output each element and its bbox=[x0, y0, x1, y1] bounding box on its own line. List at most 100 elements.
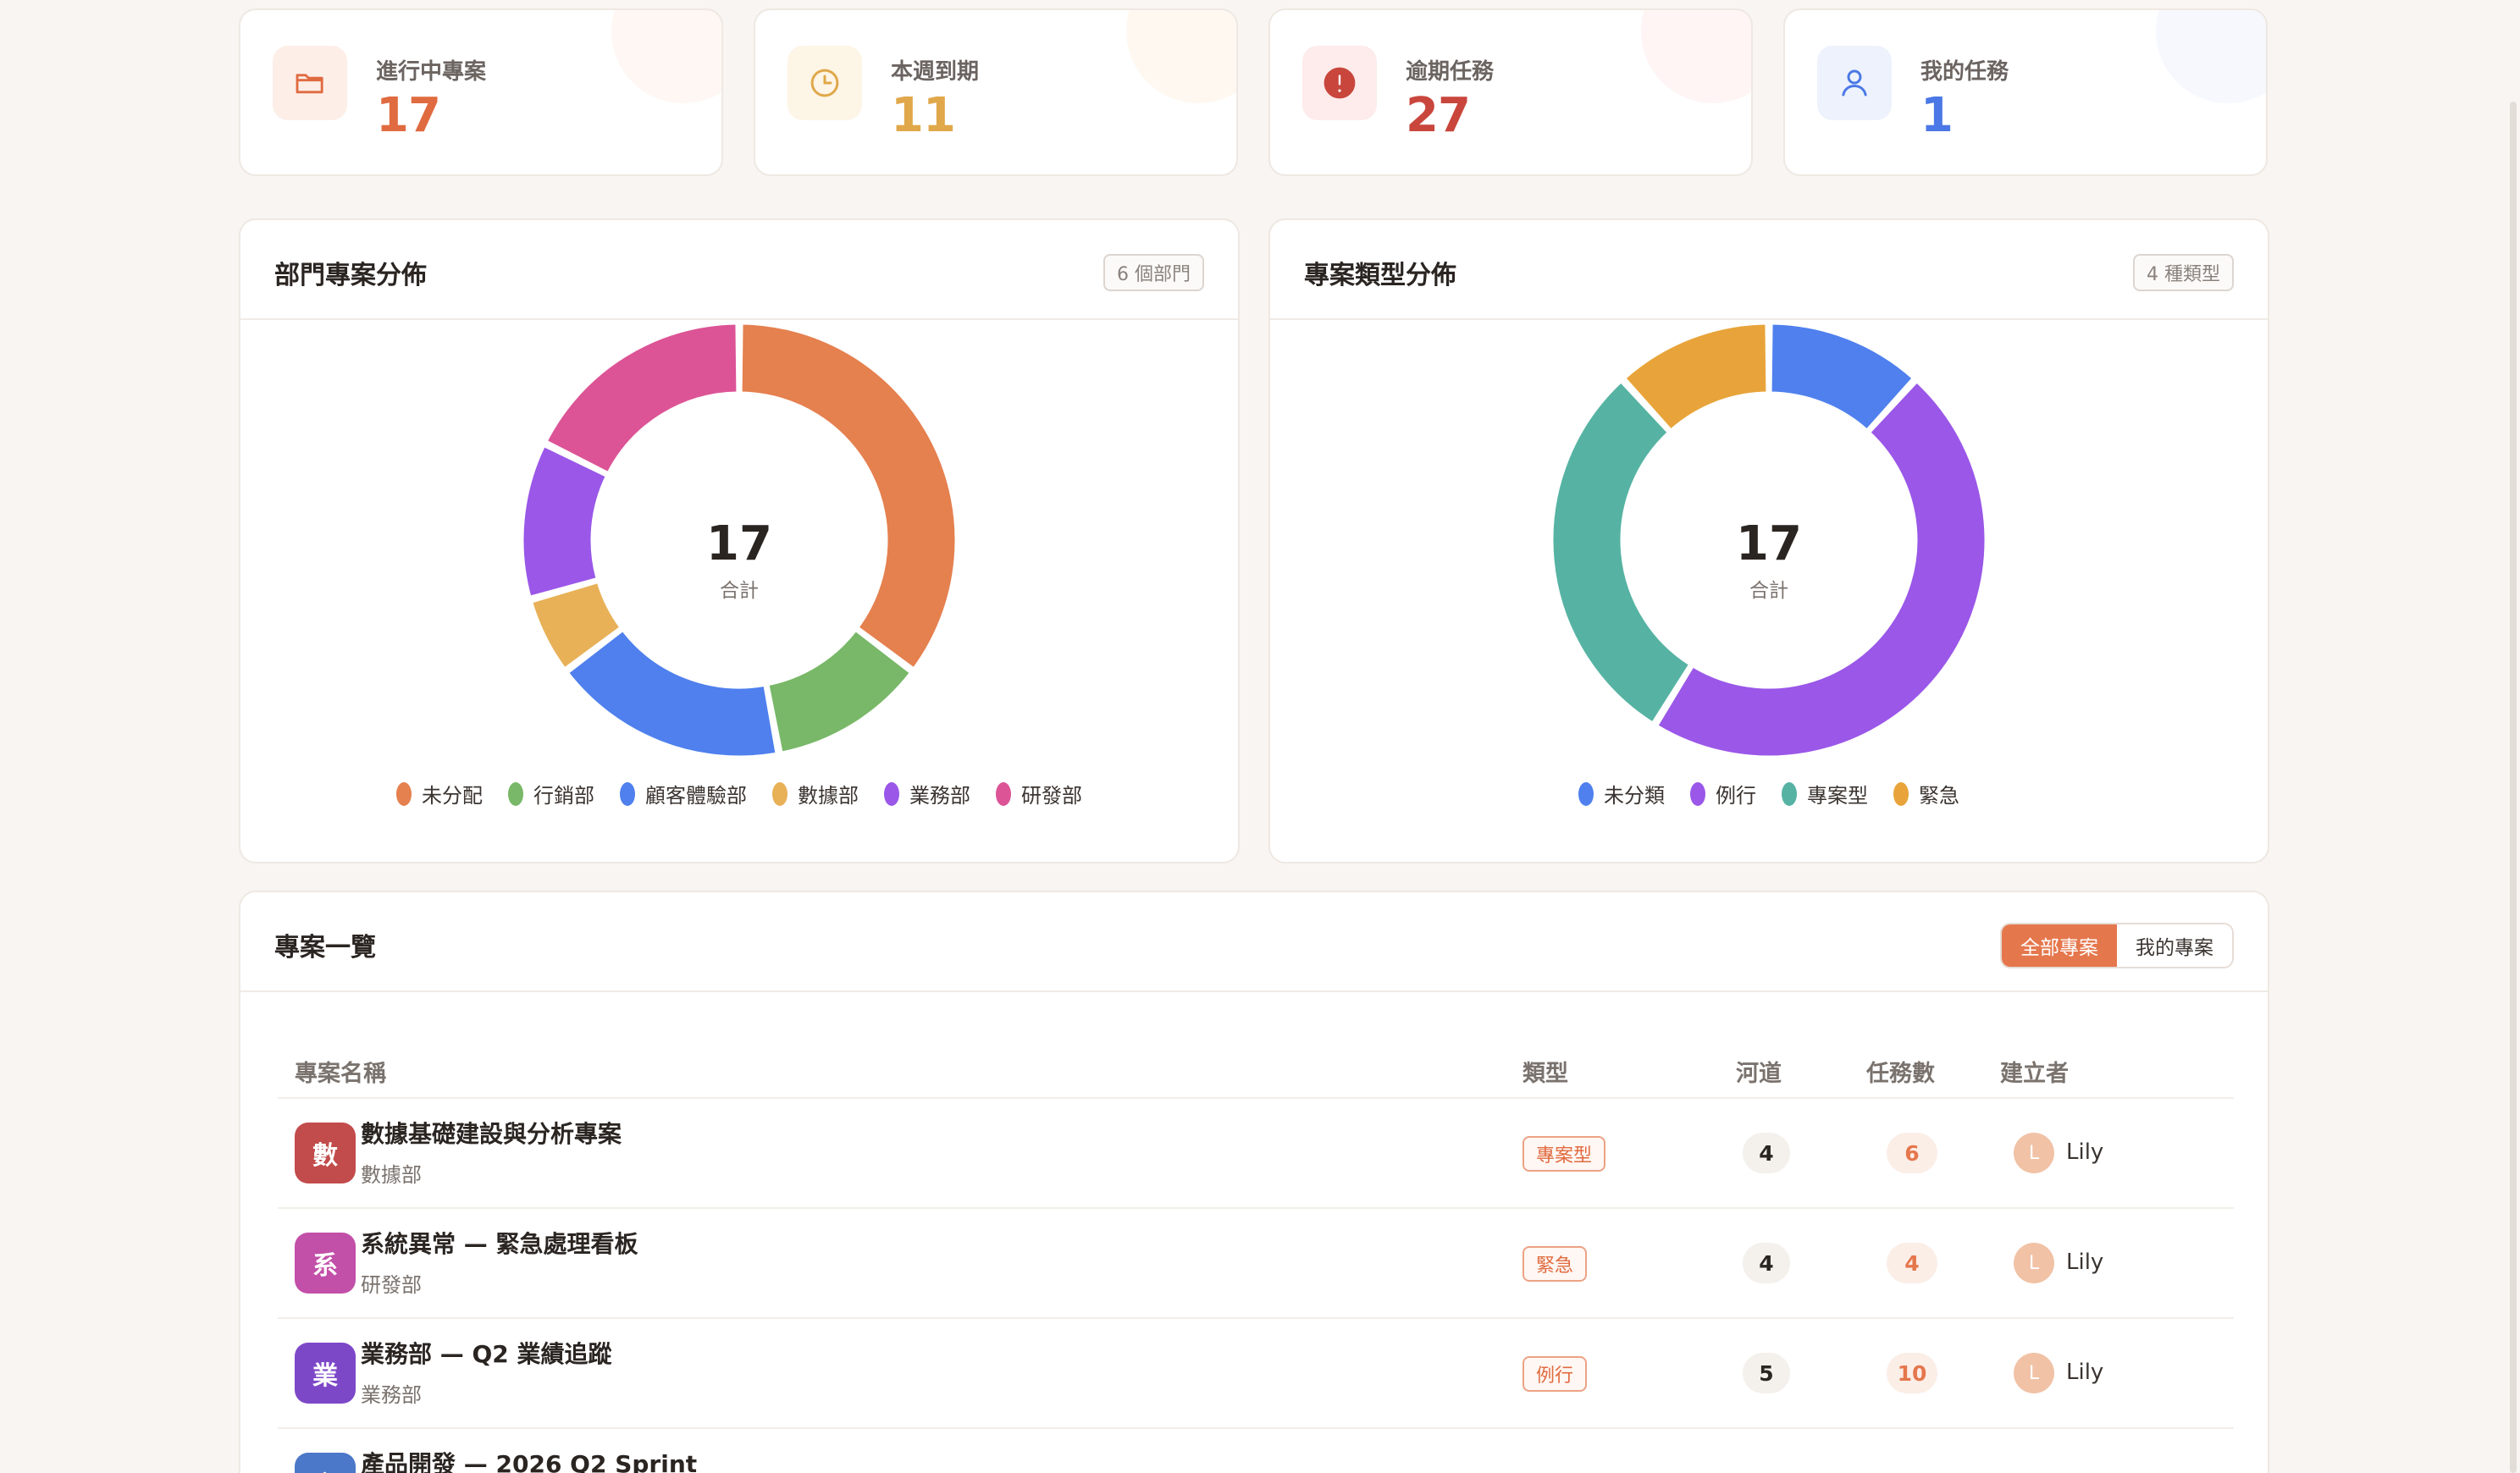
table-row[interactable]: 系 系統異常 — 緊急處理看板 研發部 緊急 4 4 L Lily bbox=[278, 1209, 2234, 1319]
legend-label: 未分類 bbox=[1604, 784, 1665, 808]
legend-label: 行銷部 bbox=[533, 784, 594, 808]
stat-cards: 進行中專案 17 本週到期 11 逾期任務 27 我的任務 1 bbox=[239, 8, 2268, 176]
legend-label: 專案型 bbox=[1807, 784, 1868, 808]
creator-name: Lily bbox=[2066, 1360, 2104, 1385]
stat-label: 進行中專案 bbox=[376, 59, 487, 85]
legend-swatch bbox=[1578, 781, 1594, 806]
project-name[interactable]: 業務部 — Q2 業績追蹤 bbox=[361, 1336, 612, 1370]
project-name[interactable]: 系統異常 — 緊急處理看板 bbox=[361, 1226, 638, 1260]
table-header: 專案名稱 類型 河道 任務數 建立者 bbox=[278, 1029, 2234, 1099]
panel-header: 專案一覽 全部專案 我的專案 bbox=[240, 892, 2268, 992]
tab-my-projects[interactable]: 我的專案 bbox=[2117, 924, 2232, 967]
panel-header: 部門專案分佈 6 個部門 bbox=[240, 220, 1238, 320]
task-count: 10 bbox=[1887, 1353, 1937, 1393]
col-project-name[interactable]: 專案名稱 bbox=[295, 1055, 386, 1088]
legend-label: 業務部 bbox=[909, 784, 970, 808]
table-row[interactable]: 數 數據基礎建設與分析專案 數據部 專案型 4 6 L Lily bbox=[278, 1099, 2234, 1209]
project-avatar: 系 bbox=[295, 1233, 356, 1294]
type-donut-chart: 17 合計 bbox=[1270, 320, 2268, 794]
legend-swatch bbox=[996, 781, 1011, 806]
legend-label: 顧客體驗部 bbox=[645, 784, 747, 808]
legend-item[interactable]: 研發部 bbox=[996, 779, 1082, 808]
avatar: L bbox=[2014, 1243, 2054, 1283]
col-type[interactable]: 類型 bbox=[1522, 1055, 1568, 1088]
project-dept: 研發部 bbox=[361, 1273, 422, 1297]
type-distribution-panel: 專案類型分佈 4 種類型 17 合計 未分類 例行 專案型 緊急 bbox=[1268, 218, 2269, 863]
project-list-panel: 專案一覽 全部專案 我的專案 專案名稱 類型 河道 任務數 建立者 數 數據基礎… bbox=[239, 891, 2269, 1473]
legend-label: 未分配 bbox=[422, 784, 483, 808]
legend-item[interactable]: 未分類 bbox=[1578, 779, 1665, 808]
project-filter-toggle: 全部專案 我的專案 bbox=[2000, 923, 2234, 968]
stat-card-due-this-week[interactable]: 本週到期 11 bbox=[754, 8, 1238, 176]
lane-count: 4 bbox=[1743, 1243, 1790, 1283]
stat-card-active-projects[interactable]: 進行中專案 17 bbox=[239, 8, 723, 176]
user-icon bbox=[1817, 46, 1892, 120]
panel-title: 部門專案分佈 bbox=[274, 261, 427, 290]
lane-count: 4 bbox=[1743, 1133, 1790, 1173]
stat-value: 1 bbox=[1920, 88, 1954, 143]
legend-swatch bbox=[396, 781, 412, 806]
table-row[interactable]: 業 業務部 — Q2 業績追蹤 業務部 例行 5 10 L Lily bbox=[278, 1319, 2234, 1429]
card-decoration bbox=[611, 10, 721, 103]
stat-label: 本週到期 bbox=[891, 59, 980, 85]
project-avatar: 業 bbox=[295, 1343, 356, 1404]
legend-label: 數據部 bbox=[798, 784, 859, 808]
donut-slice-顧客體驗部[interactable] bbox=[566, 628, 778, 759]
project-dept: 數據部 bbox=[361, 1163, 422, 1187]
legend-swatch bbox=[1893, 781, 1909, 806]
type-legend: 未分類 例行 專案型 緊急 bbox=[1270, 779, 2268, 808]
stat-label: 我的任務 bbox=[1920, 59, 2009, 85]
legend-label: 例行 bbox=[1716, 784, 1756, 808]
project-name[interactable]: 數據基礎建設與分析專案 bbox=[361, 1116, 622, 1150]
type-count-badge: 4 種類型 bbox=[2133, 254, 2234, 291]
folder-icon bbox=[273, 46, 347, 120]
project-table: 專案名稱 類型 河道 任務數 建立者 數 數據基礎建設與分析專案 數據部 專案型… bbox=[278, 1029, 2234, 1473]
col-creator[interactable]: 建立者 bbox=[2000, 1055, 2069, 1088]
donut-total: 17 bbox=[706, 516, 772, 571]
stat-label: 逾期任務 bbox=[1406, 59, 1495, 85]
panel-title: 專案類型分佈 bbox=[1304, 261, 1456, 290]
col-tasks[interactable]: 任務數 bbox=[1866, 1055, 1935, 1088]
page-scrollbar[interactable] bbox=[2510, 102, 2517, 1473]
creator-name: Lily bbox=[2066, 1250, 2104, 1275]
donut-slice-未分配[interactable] bbox=[739, 322, 958, 670]
stat-card-my-tasks[interactable]: 我的任務 1 bbox=[1783, 8, 2268, 176]
task-count: 6 bbox=[1887, 1133, 1937, 1173]
card-decoration bbox=[1126, 10, 1236, 103]
legend-swatch bbox=[884, 781, 899, 806]
legend-item[interactable]: 未分配 bbox=[396, 779, 483, 808]
col-lanes[interactable]: 河道 bbox=[1736, 1055, 1782, 1088]
dashboard-page: 進行中專案 17 本週到期 11 逾期任務 27 我的任務 1 部門專案分佈 6… bbox=[0, 0, 2520, 1473]
panel-title: 專案一覽 bbox=[274, 933, 376, 963]
legend-item[interactable]: 例行 bbox=[1690, 779, 1756, 808]
legend-swatch bbox=[508, 781, 523, 806]
dept-distribution-panel: 部門專案分佈 6 個部門 17 合計 未分配 行銷部 顧客體驗部 數據部 業務部 研發部 bbox=[239, 218, 1240, 863]
avatar: L bbox=[2014, 1133, 2054, 1173]
type-tag: 例行 bbox=[1522, 1356, 1588, 1392]
legend-label: 緊急 bbox=[1919, 784, 1959, 808]
stat-value: 11 bbox=[891, 88, 956, 143]
dept-legend: 未分配 行銷部 顧客體驗部 數據部 業務部 研發部 bbox=[240, 779, 1238, 808]
panel-header: 專案類型分佈 4 種類型 bbox=[1270, 220, 2268, 320]
project-dept: 業務部 bbox=[361, 1383, 422, 1407]
donut-slice-研發部[interactable] bbox=[544, 322, 739, 475]
task-count: 4 bbox=[1887, 1243, 1937, 1283]
legend-item[interactable]: 顧客體驗部 bbox=[620, 779, 747, 808]
type-tag: 緊急 bbox=[1522, 1246, 1588, 1282]
legend-swatch bbox=[620, 781, 635, 806]
project-avatar: 產 bbox=[295, 1453, 356, 1473]
legend-item[interactable]: 數據部 bbox=[772, 779, 859, 808]
table-row[interactable]: 產 產品開發 — 2026 Q2 Sprint bbox=[278, 1429, 2234, 1473]
legend-item[interactable]: 緊急 bbox=[1893, 779, 1959, 808]
donut-total-label: 合計 bbox=[1749, 580, 1788, 602]
lane-count: 5 bbox=[1743, 1353, 1790, 1393]
legend-item[interactable]: 專案型 bbox=[1782, 779, 1868, 808]
stat-value: 27 bbox=[1406, 88, 1471, 143]
legend-item[interactable]: 行銷部 bbox=[508, 779, 594, 808]
project-name[interactable]: 產品開發 — 2026 Q2 Sprint bbox=[361, 1446, 697, 1473]
tab-all-projects[interactable]: 全部專案 bbox=[2002, 924, 2117, 967]
dept-count-badge: 6 個部門 bbox=[1103, 254, 1204, 291]
alert-icon bbox=[1302, 46, 1377, 120]
stat-card-overdue-tasks[interactable]: 逾期任務 27 bbox=[1268, 8, 1753, 176]
legend-item[interactable]: 業務部 bbox=[884, 779, 970, 808]
